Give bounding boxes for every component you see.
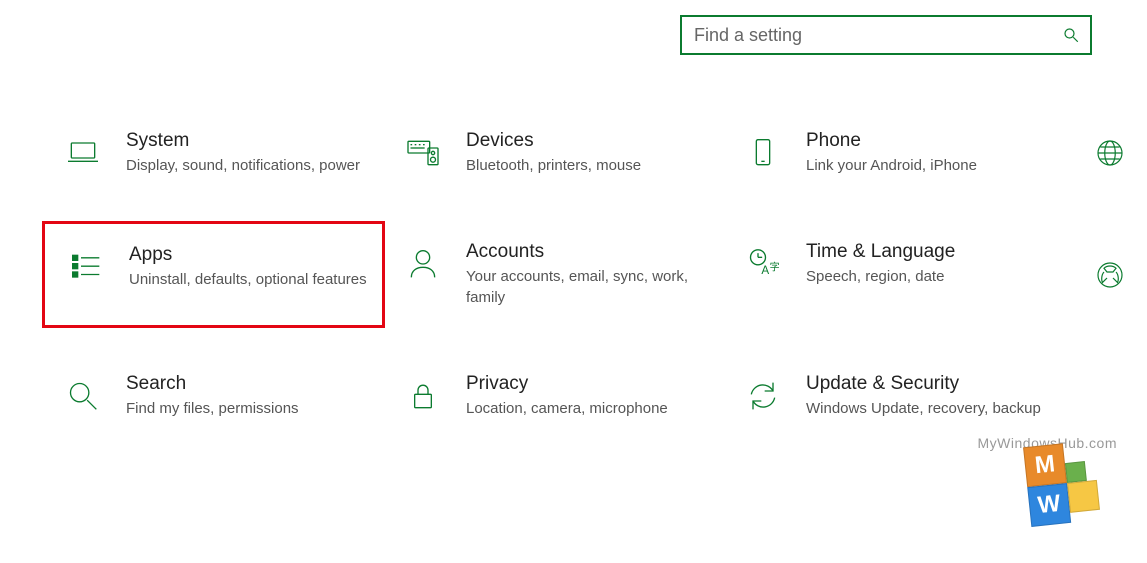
svg-text:字: 字 bbox=[770, 261, 780, 274]
lock-icon bbox=[400, 373, 446, 419]
tile-title: System bbox=[126, 130, 370, 152]
tile-title: Update & Security bbox=[806, 373, 1050, 395]
tile-time-language[interactable]: A字 Time & Language Speech, region, date bbox=[740, 241, 1050, 308]
tile-title: Accounts bbox=[466, 241, 710, 263]
tile-accounts[interactable]: Accounts Your accounts, email, sync, wor… bbox=[400, 241, 710, 308]
search-input[interactable] bbox=[692, 24, 1062, 47]
settings-grid: System Display, sound, notifications, po… bbox=[60, 130, 1090, 419]
phone-icon bbox=[740, 130, 786, 176]
tile-title: Apps bbox=[129, 244, 367, 266]
tile-update-security[interactable]: Update & Security Windows Update, recove… bbox=[740, 373, 1050, 419]
search-box[interactable] bbox=[680, 15, 1092, 55]
tile-title: Phone bbox=[806, 130, 1050, 152]
watermark: MyWindowsHub.com M W bbox=[1027, 443, 1107, 523]
magnifier-icon bbox=[60, 373, 106, 419]
tile-desc: Speech, region, date bbox=[806, 267, 1050, 287]
sync-icon bbox=[740, 373, 786, 419]
time-language-icon: A字 bbox=[740, 241, 786, 287]
tile-title: Privacy bbox=[466, 373, 710, 395]
svg-text:A: A bbox=[761, 264, 769, 277]
network-internet-icon[interactable] bbox=[1080, 130, 1140, 176]
tile-phone[interactable]: Phone Link your Android, iPhone bbox=[740, 130, 1050, 176]
keyboard-speaker-icon bbox=[400, 130, 446, 176]
gaming-icon[interactable] bbox=[1080, 241, 1140, 308]
watermark-logo: M W bbox=[1023, 439, 1111, 527]
tile-devices[interactable]: Devices Bluetooth, printers, mouse bbox=[400, 130, 710, 176]
tile-system[interactable]: System Display, sound, notifications, po… bbox=[60, 130, 370, 176]
tile-desc: Windows Update, recovery, backup bbox=[806, 399, 1050, 419]
tile-apps[interactable]: Apps Uninstall, defaults, optional featu… bbox=[42, 221, 385, 328]
tile-search[interactable]: Search Find my files, permissions bbox=[60, 373, 370, 419]
tile-title: Search bbox=[126, 373, 370, 395]
tile-desc: Link your Android, iPhone bbox=[806, 156, 1050, 176]
tile-desc: Display, sound, notifications, power bbox=[126, 156, 370, 176]
tile-desc: Bluetooth, printers, mouse bbox=[466, 156, 710, 176]
tile-desc: Find my files, permissions bbox=[126, 399, 370, 419]
tile-title: Devices bbox=[466, 130, 710, 152]
laptop-icon bbox=[60, 130, 106, 176]
tile-desc: Your accounts, email, sync, work, family bbox=[466, 267, 710, 308]
tile-desc: Location, camera, microphone bbox=[466, 399, 710, 419]
tile-desc: Uninstall, defaults, optional features bbox=[129, 270, 367, 290]
tile-title: Time & Language bbox=[806, 241, 1050, 263]
search-icon bbox=[1062, 26, 1080, 44]
person-icon bbox=[400, 241, 446, 287]
extra-side-slot bbox=[1080, 373, 1140, 419]
tile-privacy[interactable]: Privacy Location, camera, microphone bbox=[400, 373, 710, 419]
apps-list-icon bbox=[63, 244, 109, 290]
